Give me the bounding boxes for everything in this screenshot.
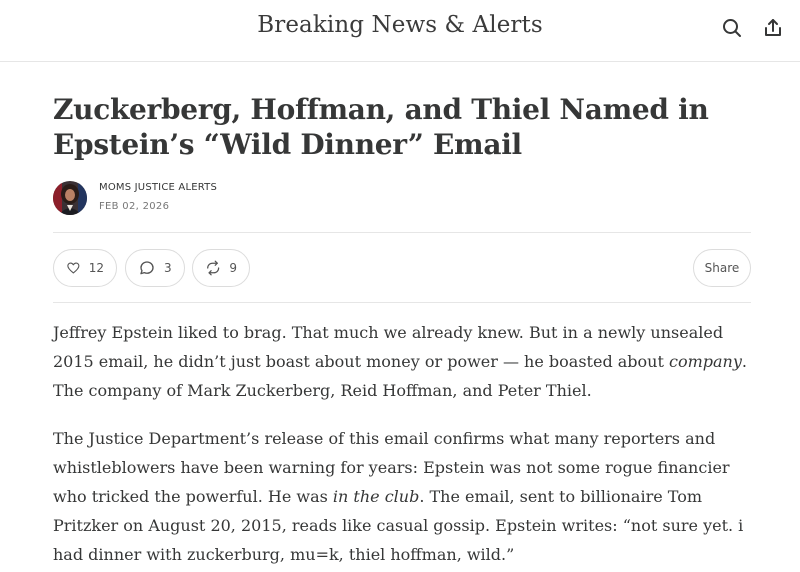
divider bbox=[53, 232, 751, 233]
like-button[interactable]: 12 bbox=[53, 249, 117, 287]
share-upload-icon[interactable] bbox=[761, 16, 785, 40]
paragraph-text: The Justice Department’s release of this… bbox=[53, 429, 716, 448]
divider bbox=[53, 302, 751, 303]
post-title-line-1: Zuckerberg, Hoffman, and Thiel Named in bbox=[53, 93, 709, 126]
comment-count: 3 bbox=[164, 261, 172, 275]
like-count: 12 bbox=[88, 261, 104, 275]
paragraph-text: Jeffrey Epstein liked to brag. That much… bbox=[53, 323, 724, 342]
post-date: FEB 02, 2026 bbox=[99, 201, 170, 212]
heart-icon bbox=[67, 262, 80, 274]
paragraph-text: . The email, sent to billionaire Tom bbox=[419, 487, 703, 506]
post-title-line-2: Epstein’s “Wild Dinner” Email bbox=[53, 128, 522, 161]
restack-icon bbox=[207, 260, 220, 276]
paragraph-text: whistleblowers have been warning for yea… bbox=[53, 458, 730, 477]
body-paragraph: The Justice Department’s release of this… bbox=[53, 424, 753, 569]
paragraph-text: The company of Mark Zuckerberg, Reid Hof… bbox=[53, 381, 592, 400]
comment-icon bbox=[140, 261, 154, 275]
paragraph-text: had dinner with zuckerburg, mu=k, thiel … bbox=[53, 545, 515, 564]
author-avatar[interactable] bbox=[53, 181, 87, 215]
restack-button[interactable]: 9 bbox=[192, 249, 250, 287]
share-button-label: Share bbox=[704, 261, 740, 275]
top-bar: Breaking News & Alerts bbox=[0, 0, 800, 62]
paragraph-text: . bbox=[741, 352, 747, 371]
comment-button[interactable]: 3 bbox=[125, 249, 185, 287]
emphasis-text: company bbox=[669, 352, 742, 371]
paragraph-text: 2015 email, he didn’t just boast about m… bbox=[53, 352, 669, 371]
paragraph-text: Pritzker on August 20, 2015, reads like … bbox=[53, 516, 744, 535]
share-button[interactable]: Share bbox=[693, 249, 751, 287]
search-icon[interactable] bbox=[720, 16, 744, 40]
author-name[interactable]: MOMS JUSTICE ALERTS bbox=[99, 182, 217, 193]
body-paragraph: Jeffrey Epstein liked to brag. That much… bbox=[53, 318, 753, 405]
publication-title[interactable]: Breaking News & Alerts bbox=[0, 12, 800, 38]
post-title: Zuckerberg, Hoffman, and Thiel Named in … bbox=[53, 92, 753, 162]
emphasis-text: in the club bbox=[332, 487, 420, 506]
paragraph-text: who tricked the powerful. He was bbox=[53, 487, 333, 506]
restack-count: 9 bbox=[229, 261, 237, 275]
